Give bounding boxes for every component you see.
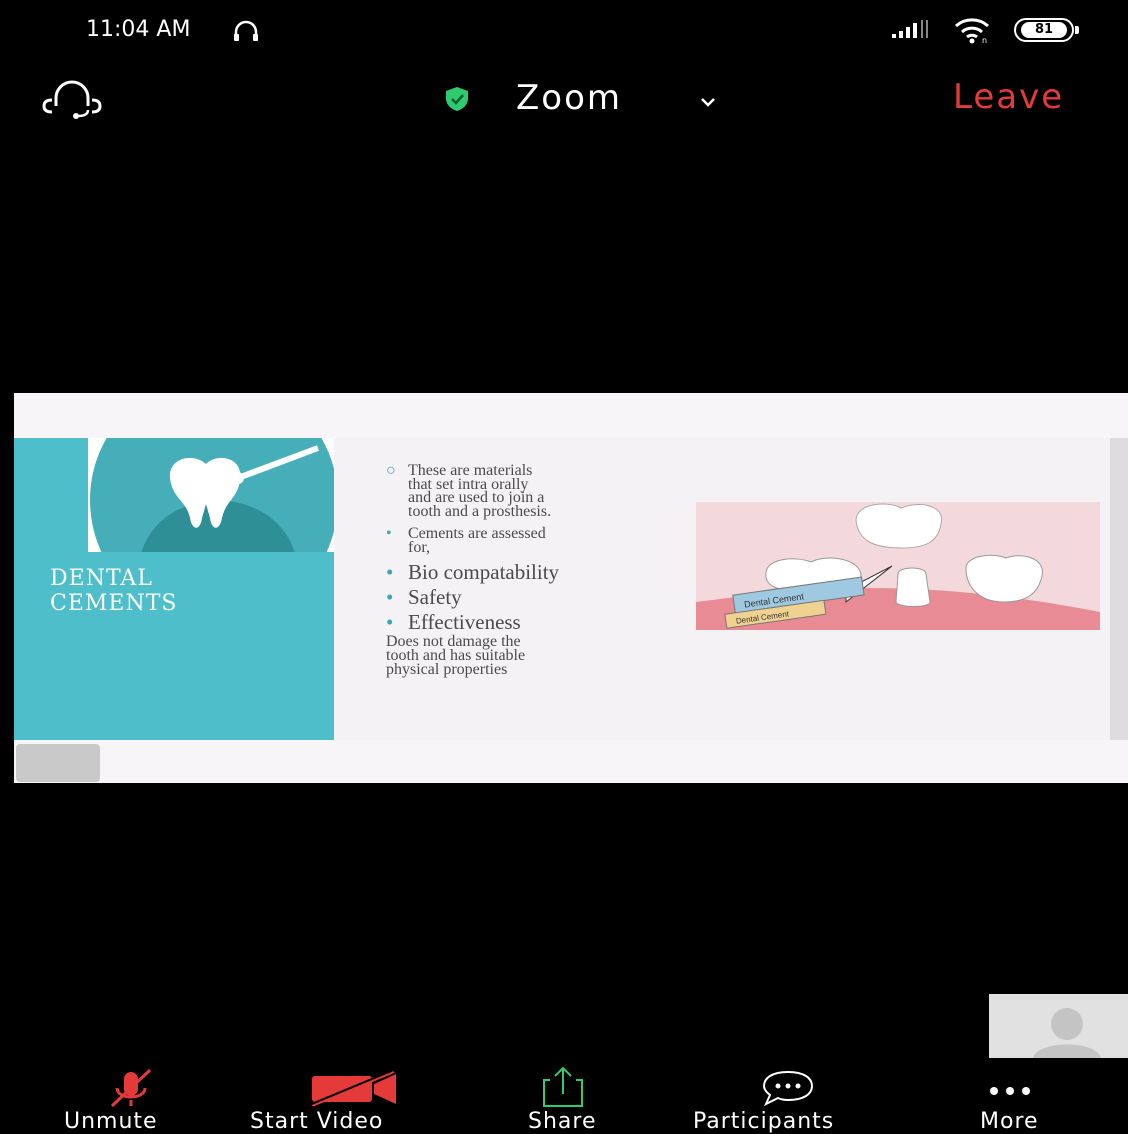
- headset-icon: [232, 19, 260, 47]
- bullet-biocompatibility: • Bio compatability: [386, 560, 560, 584]
- battery-cap: [1075, 26, 1079, 34]
- leave-button[interactable]: Leave: [953, 77, 1064, 117]
- video-off-icon: [306, 1070, 402, 1110]
- tooth-logo: [88, 376, 338, 624]
- bullet-circle-icon: ○: [386, 462, 396, 479]
- unmute-label[interactable]: Unmute: [64, 1109, 158, 1134]
- share-label[interactable]: Share: [528, 1109, 597, 1134]
- battery-icon: 81: [1014, 18, 1074, 42]
- bullet-safety: • Safety: [386, 585, 462, 609]
- start-video-label[interactable]: Start Video: [250, 1109, 383, 1134]
- slide-title: DENTAL CEMENTS: [50, 566, 310, 616]
- bullet-dot-icon: •: [386, 525, 392, 542]
- chevron-down-icon[interactable]: [700, 92, 716, 111]
- wifi-icon: n: [952, 16, 992, 48]
- signal-icon: [890, 20, 934, 42]
- dental-cement-illustration: Dental Cement Dental Cement: [696, 502, 1100, 630]
- security-shield-icon[interactable]: [444, 86, 470, 116]
- svg-text:n: n: [982, 36, 987, 44]
- battery-level: 81: [1021, 22, 1067, 38]
- more-dots-icon: [988, 1082, 1032, 1101]
- share-upload-icon: [540, 1066, 586, 1112]
- meeting-title[interactable]: Zoom: [516, 78, 622, 118]
- bullet-dot-icon: •: [386, 585, 394, 609]
- self-video-thumbnail[interactable]: [989, 994, 1128, 1058]
- bullet-dot-icon: •: [386, 610, 394, 634]
- bullet-definition: ○ These are materials that set intra ora…: [386, 462, 552, 520]
- audio-headset-icon[interactable]: [42, 80, 114, 124]
- status-bar: 11:04 AM n 81: [0, 0, 1128, 62]
- muted-mic-icon: [106, 1068, 156, 1112]
- chat-bubble-icon: [760, 1068, 816, 1112]
- slide-bullets: ○ These are materials that set intra ora…: [386, 462, 686, 678]
- slide-next-edge: [1110, 438, 1128, 740]
- bullet-assessed: • Cements are assessed for,: [386, 525, 546, 556]
- slide-note: Does not damage the tooth and has suitab…: [386, 633, 526, 678]
- screen-share-thumbnail[interactable]: [16, 744, 100, 782]
- participants-label[interactable]: Participants: [693, 1109, 834, 1134]
- slide-title-line2: CEMENTS: [50, 591, 178, 616]
- status-time: 11:04 AM: [86, 17, 191, 42]
- bullet-effectiveness: • Effectiveness: [386, 610, 521, 634]
- slide-title-line1: DENTAL: [50, 566, 153, 591]
- more-label[interactable]: More: [980, 1109, 1039, 1134]
- bullet-dot-icon: •: [386, 560, 394, 584]
